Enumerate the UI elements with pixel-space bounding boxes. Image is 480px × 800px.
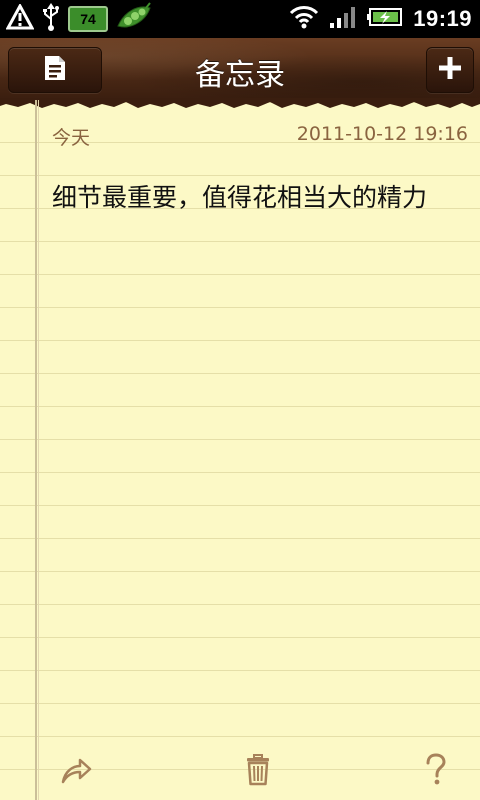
- status-time: 19:19: [413, 6, 472, 31]
- note-day-label: 今天: [52, 127, 91, 149]
- bottom-action-bar: [0, 740, 480, 800]
- note-timestamp: 2011-10-12 19:16: [296, 123, 468, 145]
- battery-badge: 74: [68, 6, 108, 32]
- torn-paper-edge: [0, 98, 480, 108]
- add-note-button[interactable]: [426, 47, 474, 93]
- trash-icon: [245, 754, 271, 790]
- warning-icon: [5, 2, 35, 34]
- note-body[interactable]: 细节最重要，值得花相当大的精力: [52, 178, 427, 214]
- signal-icon: [329, 5, 357, 33]
- margin-line-inner: [38, 100, 39, 800]
- margin-line: [35, 100, 37, 800]
- peas-icon: [116, 2, 152, 36]
- help-icon: [424, 753, 448, 791]
- usb-icon: [42, 3, 60, 35]
- status-bar-right: 19:19: [289, 4, 472, 34]
- share-button[interactable]: [54, 750, 98, 794]
- wifi-icon: [289, 5, 319, 33]
- help-button[interactable]: [414, 750, 458, 794]
- plus-icon: [437, 55, 463, 85]
- status-bar: 74 19:19: [0, 0, 480, 38]
- page-title: 备忘录: [195, 58, 285, 93]
- battery-icon: [367, 7, 403, 31]
- notes-app-screen: 74 19:19 备忘录 今天 2011-10-12 19:16 细节最重要，值…: [0, 0, 480, 800]
- delete-button[interactable]: [236, 750, 280, 794]
- app-header: 备忘录: [0, 38, 480, 100]
- status-bar-left: 74: [5, 2, 152, 36]
- share-arrow-icon: [59, 755, 93, 789]
